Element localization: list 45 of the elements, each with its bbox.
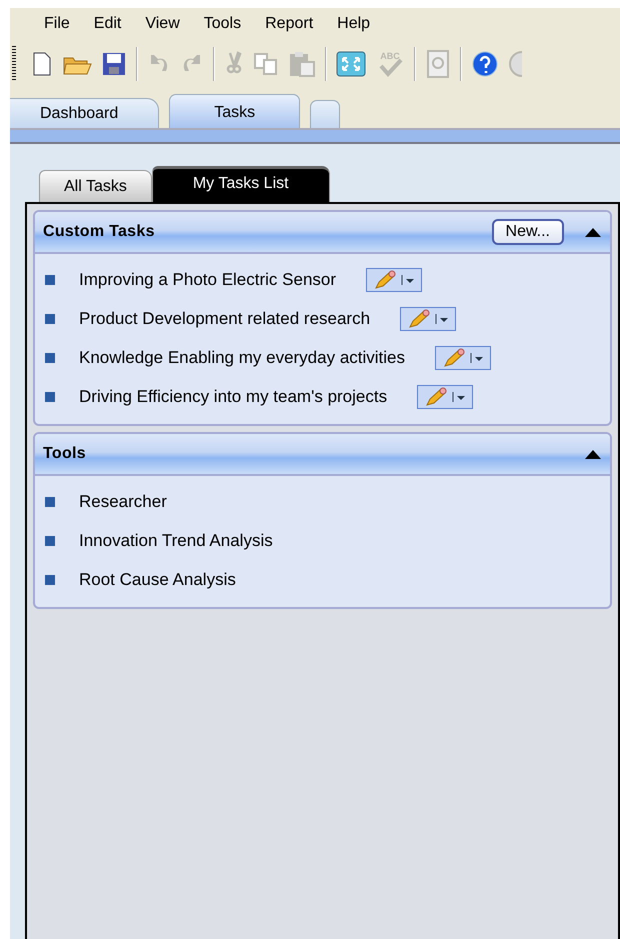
dropdown-arrow-icon	[452, 390, 466, 402]
menu-item[interactable]: Edit	[82, 15, 134, 38]
new-document-icon[interactable]	[31, 51, 53, 77]
task-link[interactable]: Driving Efficiency into my team's projects	[79, 386, 388, 406]
tab[interactable]: My Tasks List	[152, 166, 330, 202]
collapse-triangle-icon[interactable]	[584, 448, 602, 460]
tab[interactable]: All Tasks	[39, 170, 152, 202]
pencil-icon	[407, 308, 432, 328]
edit-dropdown-button[interactable]	[400, 306, 456, 330]
pencil-icon	[373, 270, 398, 290]
section-title: Tools	[43, 445, 87, 463]
bullet-icon	[45, 352, 55, 362]
menu-item[interactable]: View	[133, 15, 192, 38]
bullet-icon	[45, 574, 55, 584]
menu-item[interactable]: Tools	[192, 15, 254, 38]
edit-dropdown-button[interactable]	[366, 268, 422, 292]
new-button[interactable]: New...	[492, 219, 564, 245]
expand-screen-icon[interactable]	[336, 51, 366, 77]
collapse-triangle-icon[interactable]	[584, 226, 602, 238]
task-link[interactable]: Improving a Photo Electric Sensor	[79, 270, 336, 290]
task-link[interactable]: Innovation Trend Analysis	[79, 530, 273, 550]
edit-dropdown-button[interactable]	[435, 346, 492, 370]
help-icon[interactable]	[471, 50, 499, 78]
menu-item[interactable]: Report	[253, 15, 326, 38]
edit-dropdown-button[interactable]	[417, 384, 474, 408]
pencil-icon	[424, 386, 448, 406]
bullet-icon	[45, 392, 55, 402]
menu-item[interactable]: Help	[325, 15, 382, 38]
bullet-icon	[45, 274, 55, 284]
bullet-icon	[45, 536, 55, 546]
pencil-icon	[442, 348, 466, 368]
toolbar-grip	[12, 46, 16, 82]
tab[interactable]: Tasks	[169, 94, 300, 128]
task-link[interactable]: Product Development related research	[79, 308, 370, 328]
dropdown-arrow-icon	[435, 312, 450, 324]
task-link[interactable]: Root Cause Analysis	[79, 570, 236, 590]
bullet-icon	[45, 496, 55, 506]
task-link[interactable]: Researcher	[79, 492, 167, 512]
menu-item[interactable]: File	[32, 15, 82, 38]
dropdown-arrow-icon	[401, 274, 416, 286]
tab[interactable]: Dashboard	[10, 98, 160, 128]
bullet-icon	[45, 314, 55, 324]
section-title: Custom Tasks	[43, 223, 156, 241]
task-link[interactable]: Knowledge Enabling my everyday activities	[79, 348, 406, 368]
dropdown-arrow-icon	[470, 352, 484, 364]
